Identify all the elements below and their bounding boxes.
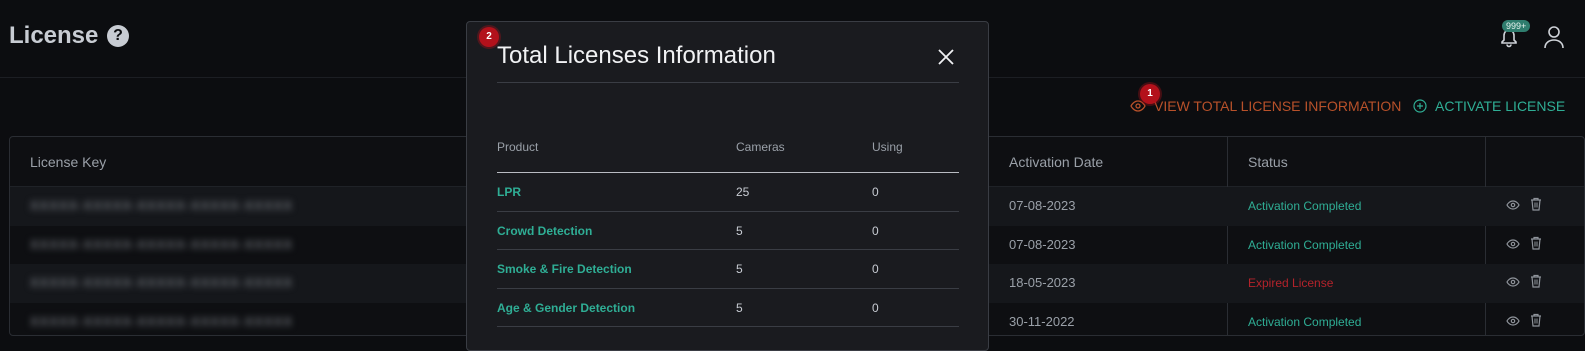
- step-badge-2: 2: [479, 27, 499, 47]
- activate-license-label: ACTIVATE LICENSE: [1435, 98, 1566, 114]
- eye-icon[interactable]: [1506, 198, 1520, 213]
- help-icon[interactable]: ?: [107, 25, 129, 47]
- eye-icon[interactable]: [1506, 314, 1520, 329]
- cameras-count: 5: [736, 262, 743, 276]
- user-icon[interactable]: [1543, 25, 1565, 49]
- activation-date: 18-05-2023: [1009, 275, 1076, 290]
- product-name[interactable]: Smoke & Fire Detection: [497, 262, 632, 276]
- activate-license-button[interactable]: ACTIVATE LICENSE: [1413, 98, 1565, 114]
- status-text: Activation Completed: [1248, 237, 1362, 252]
- using-count: 0: [872, 223, 879, 238]
- total-licenses-modal: 2 Total Licenses Information Product Cam…: [466, 21, 989, 351]
- license-key: XXXXX-XXXXX-XXXXX-XXXXX-XXXXX: [30, 236, 294, 252]
- modal-table-row: Smoke & Fire Detection 5 0: [497, 250, 959, 289]
- cameras-count: 25: [736, 185, 750, 199]
- close-icon[interactable]: [937, 48, 955, 66]
- trash-icon[interactable]: [1530, 197, 1542, 214]
- license-key: XXXXX-XXXXX-XXXXX-XXXXX-XXXXX: [30, 275, 294, 290]
- modal-divider: [497, 82, 959, 83]
- modal-column-product: Product: [497, 140, 539, 154]
- trash-icon[interactable]: [1530, 236, 1542, 253]
- column-header-license-key[interactable]: License Key: [30, 154, 106, 170]
- using-count: 0: [872, 185, 879, 199]
- activation-date: 30-11-2022: [1009, 313, 1075, 329]
- activation-date: 07-08-2023: [1009, 198, 1076, 213]
- trash-icon[interactable]: [1530, 313, 1542, 330]
- license-key: XXXXX-XXXXX-XXXXX-XXXXX-XXXXX: [30, 198, 294, 213]
- modal-table-row: Crowd Detection 5 0: [497, 212, 959, 250]
- using-count: 0: [872, 262, 879, 276]
- step-badge-1: 1: [1140, 84, 1160, 104]
- product-name[interactable]: Age & Gender Detection: [497, 301, 635, 315]
- notification-badge: 999+: [1502, 20, 1531, 32]
- eye-icon[interactable]: [1506, 237, 1520, 252]
- column-header-activation-date[interactable]: Activation Date: [1009, 154, 1103, 170]
- trash-icon[interactable]: [1530, 274, 1542, 291]
- eye-icon[interactable]: [1506, 275, 1520, 290]
- view-total-license-label: VIEW TOTAL LICENSE INFORMATION: [1154, 98, 1402, 114]
- activation-date: 07-08-2023: [1009, 236, 1076, 252]
- modal-table-row: LPR 25 0: [497, 173, 959, 212]
- plus-circle-icon: [1413, 99, 1427, 113]
- modal-column-using: Using: [872, 140, 903, 154]
- modal-table-row: Age & Gender Detection 5 0: [497, 289, 959, 327]
- status-text: Expired License: [1248, 276, 1334, 290]
- modal-title: Total Licenses Information: [497, 42, 776, 69]
- product-name[interactable]: LPR: [497, 185, 521, 199]
- status-text: Activation Completed: [1248, 199, 1362, 213]
- using-count: 0: [872, 300, 879, 315]
- page-title: License: [9, 22, 99, 49]
- product-name[interactable]: Crowd Detection: [497, 224, 592, 238]
- status-text: Activation Completed: [1248, 314, 1362, 329]
- view-total-license-button[interactable]: VIEW TOTAL LICENSE INFORMATION: [1130, 98, 1401, 114]
- license-key: XXXXX-XXXXX-XXXXX-XXXXX-XXXXX: [30, 313, 294, 329]
- column-header-status[interactable]: Status: [1248, 154, 1288, 170]
- modal-column-cameras: Cameras: [736, 140, 785, 154]
- cameras-count: 5: [736, 300, 743, 315]
- cameras-count: 5: [736, 223, 743, 238]
